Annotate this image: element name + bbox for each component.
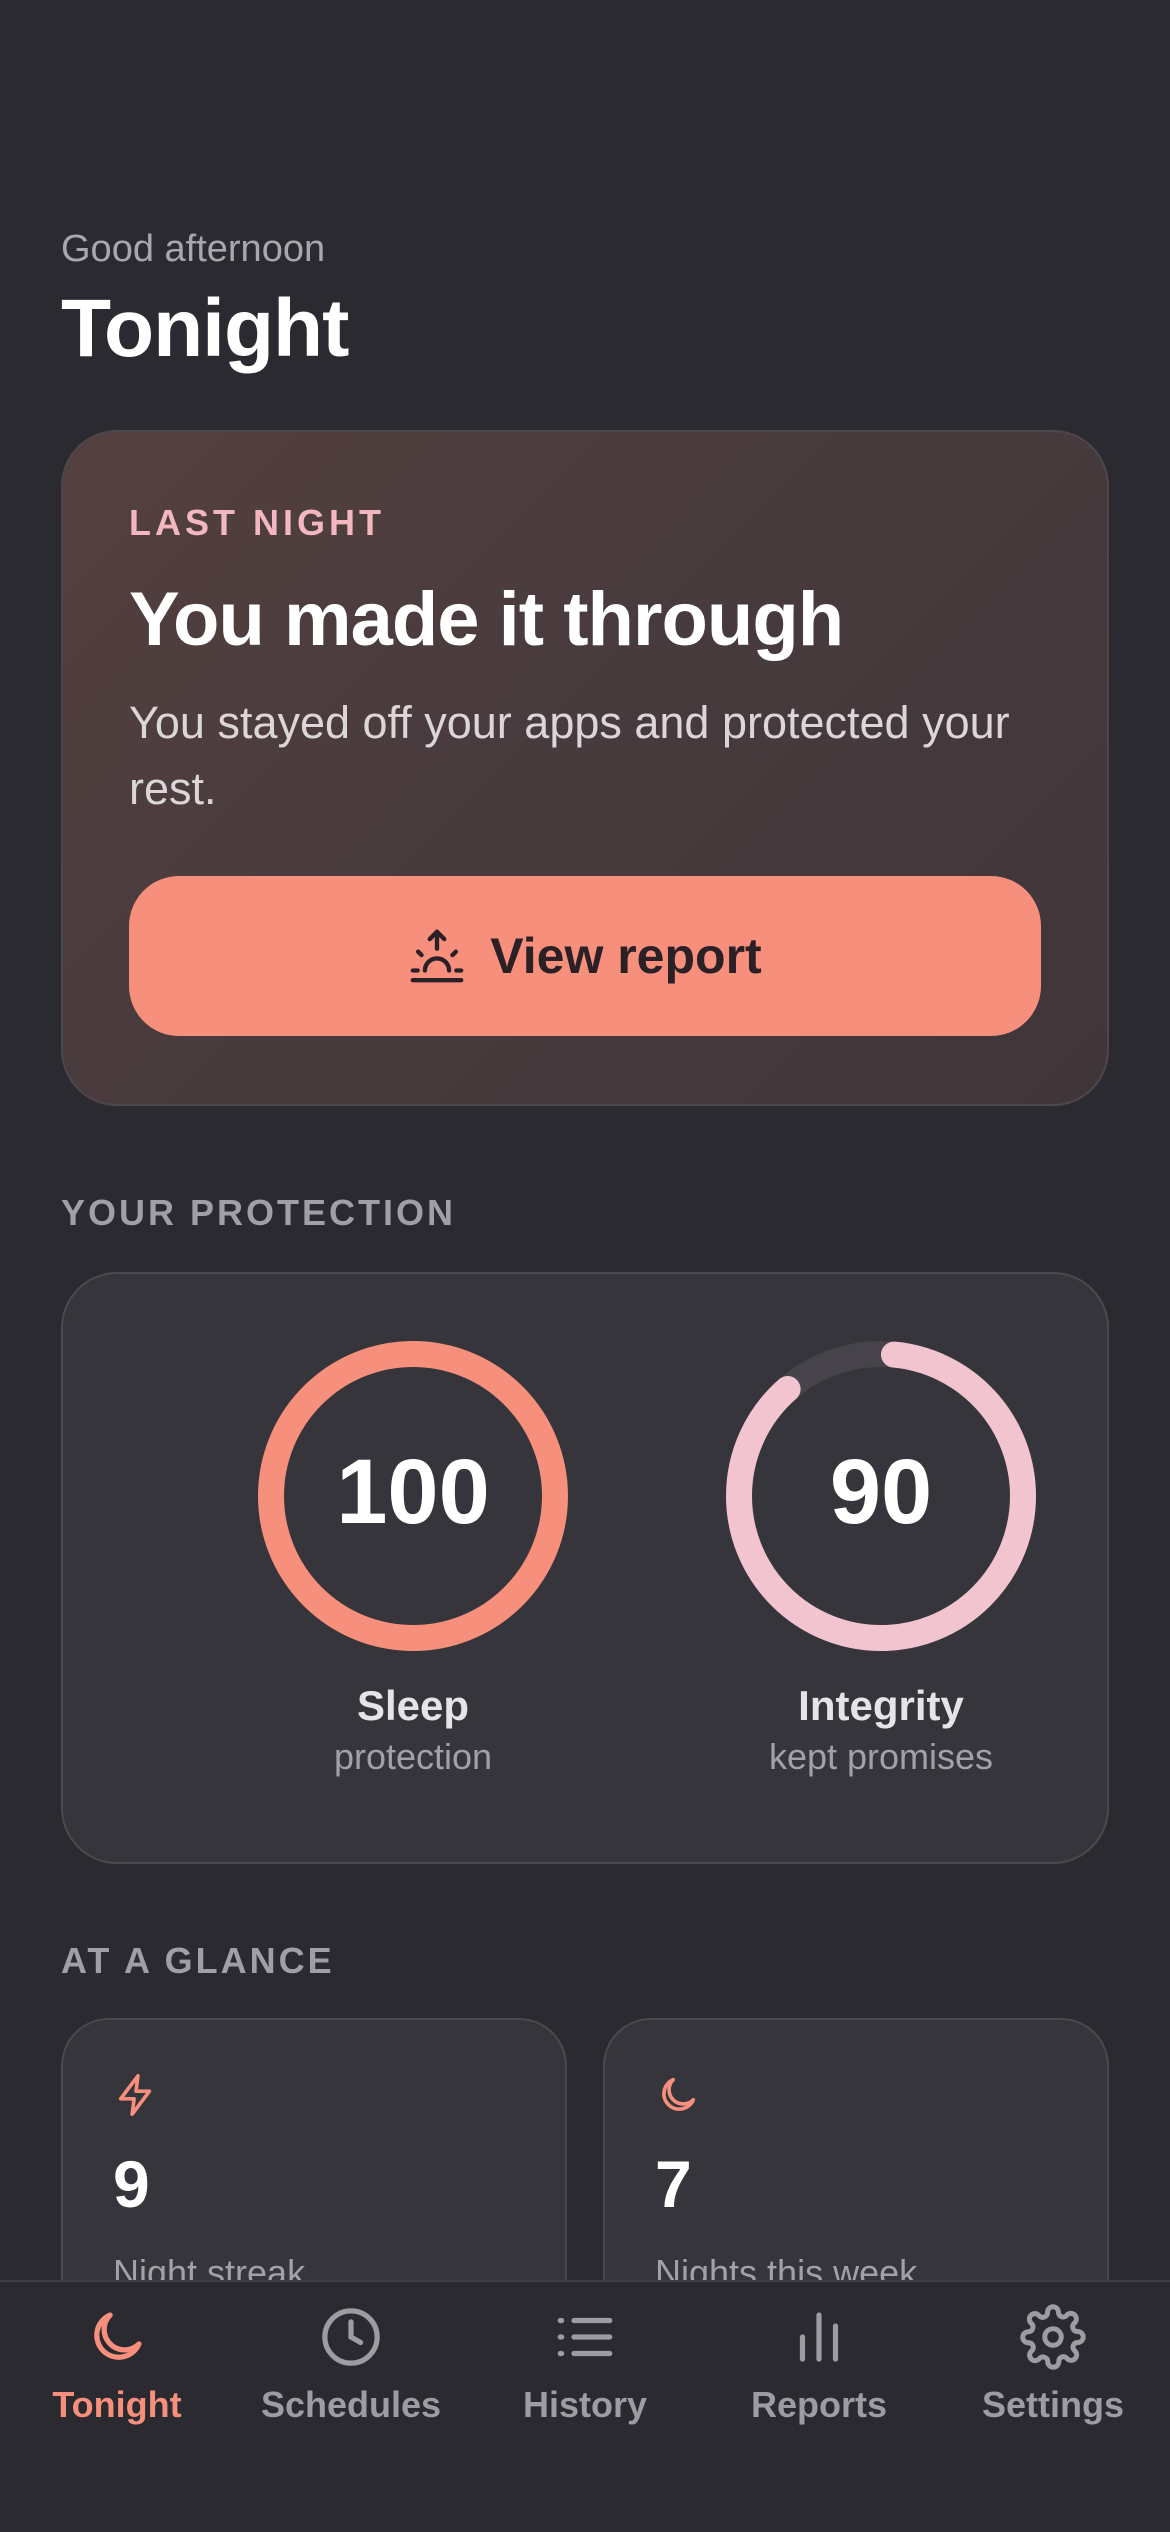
view-report-button[interactable]: View report (129, 876, 1041, 1036)
tab-settings[interactable]: Settings (936, 2304, 1170, 2426)
moon-icon (94, 2312, 142, 2360)
sleep-score: 100 (336, 1441, 490, 1543)
night-streak-value: 9 (113, 2147, 150, 2221)
list-icon (557, 2317, 613, 2357)
sleep-label: Sleep (356, 1682, 470, 1729)
tab-settings-label: Settings (981, 2384, 1124, 2425)
integrity-label: Integrity (798, 1682, 964, 1729)
sleep-ring: 100 Sleep protection (243, 1340, 583, 1778)
page-title: Tonight (61, 283, 349, 374)
protection-section-label: YOUR PROTECTION (61, 1192, 457, 1233)
hero-subtitle: You stayed off your apps and protected y… (129, 697, 1010, 814)
integrity-score: 90 (829, 1441, 933, 1543)
sunrise-icon (410, 929, 464, 983)
gear-icon (1020, 2304, 1086, 2370)
hero-title: You made it through (129, 577, 844, 662)
glance-section-label: AT A GLANCE (61, 1940, 335, 1981)
tonight-screen: Good afternoon Tonight LAST NIGHT You ma… (0, 0, 1170, 2532)
bottom-tab-bar: Tonight Schedules History Reports Settin… (0, 2280, 1170, 2532)
protection-card: 100 Sleep protection 90 Integrity kept p… (61, 1272, 1109, 1864)
bar-chart-icon (799, 2312, 839, 2362)
greeting-text: Good afternoon (61, 228, 326, 270)
tab-tonight[interactable]: Tonight (0, 2304, 234, 2426)
tab-reports-label: Reports (750, 2384, 888, 2425)
integrity-ring: 90 Integrity kept promises (711, 1340, 1051, 1778)
integrity-sublabel: kept promises (768, 1736, 994, 1777)
lightning-icon (118, 2074, 152, 2116)
hero-eyebrow: LAST NIGHT (129, 502, 385, 543)
nights-this-week-value: 7 (655, 2147, 692, 2221)
moon-icon (662, 2077, 696, 2111)
tab-history[interactable]: History (468, 2304, 702, 2426)
tab-history-label: History (522, 2384, 648, 2425)
tab-schedules[interactable]: Schedules (234, 2304, 468, 2426)
view-report-label: View report (490, 928, 762, 984)
clock-icon (322, 2308, 380, 2366)
tab-tonight-label: Tonight (52, 2384, 182, 2425)
last-night-card: LAST NIGHT You made it through You staye… (61, 430, 1109, 1106)
sleep-sublabel: protection (333, 1736, 493, 1777)
tab-schedules-label: Schedules (260, 2384, 442, 2425)
tab-reports[interactable]: Reports (702, 2304, 936, 2426)
